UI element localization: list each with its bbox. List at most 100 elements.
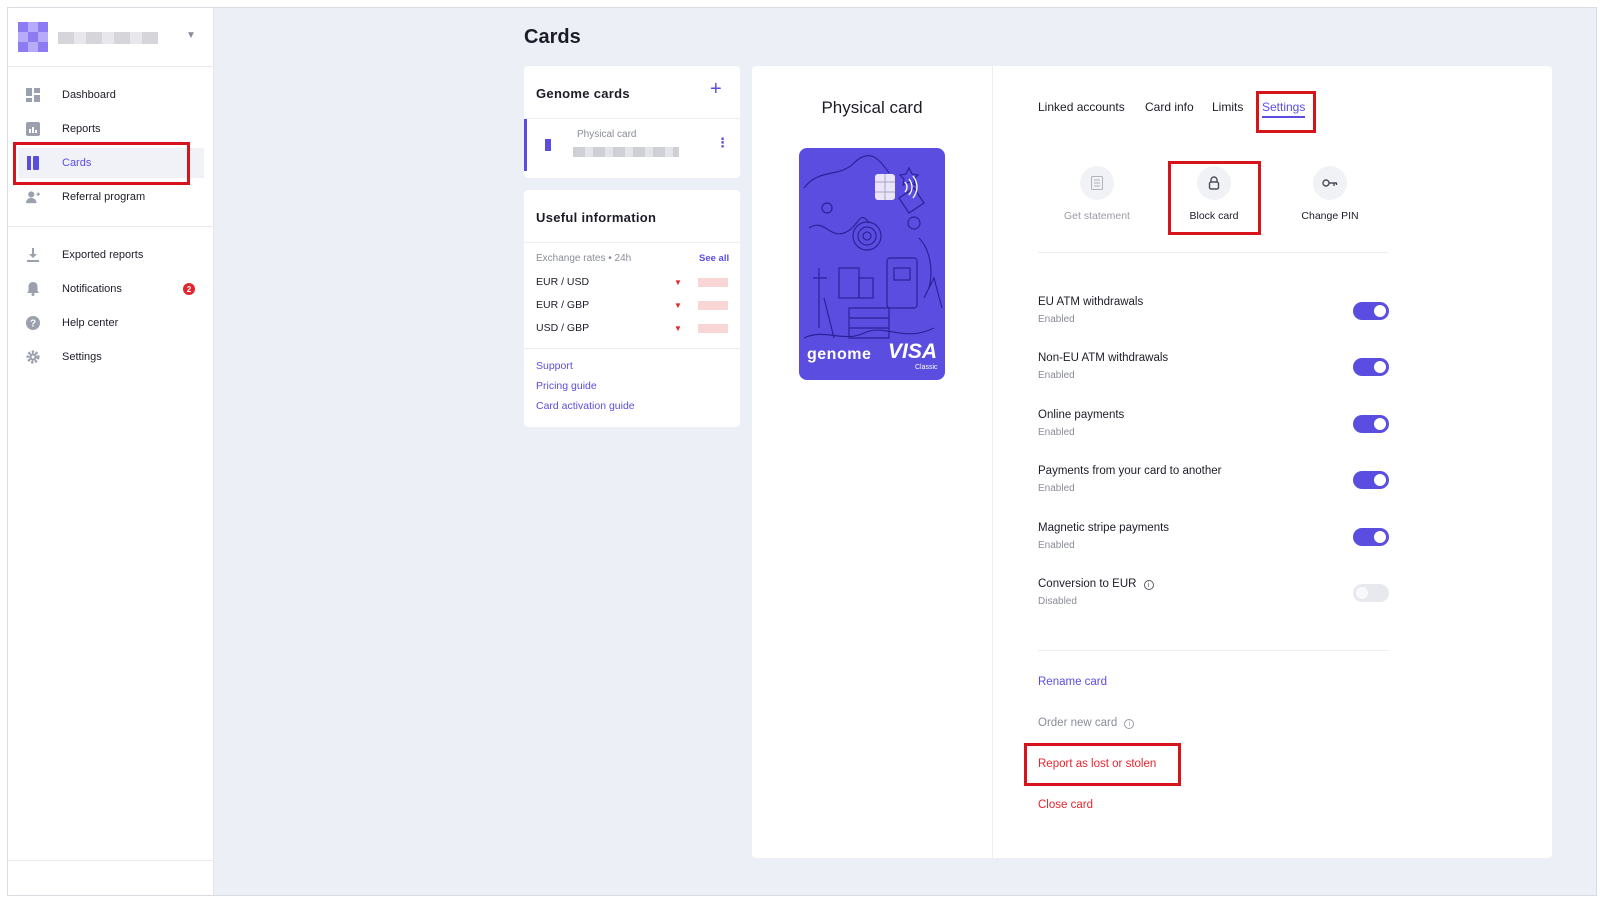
setting-status: Enabled bbox=[1038, 427, 1075, 438]
exchange-rate-row: EUR / GBP ▼ bbox=[536, 295, 728, 315]
setting-label: EU ATM withdrawals bbox=[1038, 296, 1144, 308]
visa-tier: Classic bbox=[915, 364, 938, 371]
column-divider bbox=[992, 66, 993, 858]
card-thumbnail-icon bbox=[545, 139, 553, 151]
support-link[interactable]: Support bbox=[536, 360, 573, 372]
nav-item-exported-reports[interactable]: Exported reports bbox=[18, 240, 204, 270]
trend-down-icon: ▼ bbox=[674, 323, 682, 333]
setting-label: Online payments bbox=[1038, 409, 1125, 421]
genome-cards-panel: Genome cards + Physical card ⋮ bbox=[524, 66, 740, 178]
rate-blurred bbox=[698, 300, 728, 310]
get-statement-button[interactable]: Get statement bbox=[1047, 166, 1147, 222]
nav-item-referral-program[interactable]: Referral program bbox=[18, 182, 204, 212]
organization-switcher[interactable]: ▼ bbox=[18, 22, 196, 54]
tab-limits[interactable]: Limits bbox=[1212, 100, 1243, 114]
card-number-blurred bbox=[573, 147, 679, 157]
nav-label: Reports bbox=[62, 123, 101, 135]
exchange-rate-row: USD / GBP ▼ bbox=[536, 318, 728, 338]
nav-label: Notifications bbox=[62, 283, 122, 295]
statement-icon bbox=[1080, 166, 1114, 200]
bell-icon bbox=[26, 282, 40, 296]
download-icon bbox=[26, 248, 40, 262]
pricing-guide-link[interactable]: Pricing guide bbox=[536, 380, 597, 392]
setting-label: Non-EU ATM withdrawals bbox=[1038, 352, 1169, 364]
divider bbox=[1038, 650, 1389, 651]
highlight-box-block-card bbox=[1168, 161, 1261, 235]
card-type-label: Physical card bbox=[577, 129, 637, 140]
nav-label: Referral program bbox=[62, 191, 146, 203]
nav-item-notifications[interactable]: Notifications 2 bbox=[18, 274, 204, 304]
card-list-item[interactable]: Physical card ⋮ bbox=[524, 119, 740, 171]
toggle-magnetic-stripe-payments[interactable] bbox=[1353, 528, 1389, 546]
info-icon[interactable]: i bbox=[1124, 719, 1135, 729]
nav-item-settings[interactable]: Settings bbox=[18, 342, 204, 372]
setting-label: Payments from your card to another bbox=[1038, 465, 1222, 477]
useful-information-panel: Useful information Exchange rates • 24h … bbox=[524, 190, 740, 427]
currency-pair: EUR / GBP bbox=[536, 299, 590, 311]
dashboard-icon bbox=[26, 88, 40, 102]
card-brand-logo: genome bbox=[807, 346, 872, 363]
card-detail-panel: Physical card genome VISA Classic Linked… bbox=[752, 66, 1552, 858]
chevron-down-icon[interactable]: ▼ bbox=[186, 30, 196, 41]
toggle-card-to-card-payments[interactable] bbox=[1353, 471, 1389, 489]
currency-pair: EUR / USD bbox=[536, 276, 590, 288]
card-menu-button[interactable]: ⋮ bbox=[716, 135, 729, 151]
nav-label: Exported reports bbox=[62, 249, 144, 261]
card-preview-title: Physical card bbox=[821, 98, 923, 117]
panel-title: Useful information bbox=[536, 210, 657, 225]
see-all-link[interactable]: See all bbox=[699, 253, 729, 264]
action-label: Change PIN bbox=[1301, 210, 1359, 222]
toggle-non-eu-atm-withdrawals[interactable] bbox=[1353, 358, 1389, 376]
nav-label: Settings bbox=[62, 351, 102, 363]
setting-label: Conversion to EUR i bbox=[1038, 578, 1154, 590]
highlight-box-cards bbox=[13, 142, 190, 185]
rate-blurred bbox=[698, 277, 728, 287]
nav-item-dashboard[interactable]: Dashboard bbox=[18, 80, 204, 110]
rename-card-link[interactable]: Rename card bbox=[1038, 676, 1107, 688]
nav-item-help-center[interactable]: ? Help center bbox=[18, 308, 204, 338]
app-window: ▼ Dashboard Reports Cards Referral progr… bbox=[7, 7, 1597, 896]
nav-item-reports[interactable]: Reports bbox=[18, 114, 204, 144]
key-icon bbox=[1313, 166, 1347, 200]
setting-status: Enabled bbox=[1038, 540, 1075, 551]
divider bbox=[524, 348, 740, 349]
setting-label-text: Conversion to EUR bbox=[1038, 578, 1137, 590]
setting-status: Enabled bbox=[1038, 483, 1075, 494]
svg-text:?: ? bbox=[30, 319, 36, 330]
trend-down-icon: ▼ bbox=[674, 300, 682, 310]
referral-icon bbox=[26, 190, 40, 204]
divider bbox=[524, 242, 740, 243]
nav-label: Help center bbox=[62, 317, 119, 329]
exchange-rate-row: EUR / USD ▼ bbox=[536, 272, 728, 292]
divider bbox=[8, 860, 214, 861]
change-pin-button[interactable]: Change PIN bbox=[1280, 166, 1380, 222]
exchange-rates-label: Exchange rates • 24h bbox=[536, 253, 632, 264]
close-card-link[interactable]: Close card bbox=[1038, 799, 1093, 811]
toggle-conversion-to-eur[interactable] bbox=[1353, 584, 1389, 602]
tab-linked-accounts[interactable]: Linked accounts bbox=[1038, 100, 1125, 114]
info-icon[interactable]: i bbox=[1143, 580, 1154, 590]
tab-card-info[interactable]: Card info bbox=[1145, 100, 1194, 114]
toggle-eu-atm-withdrawals[interactable] bbox=[1353, 302, 1389, 320]
page-title: Cards bbox=[524, 26, 581, 48]
setting-status: Enabled bbox=[1038, 370, 1075, 381]
visa-logo: VISA bbox=[888, 340, 938, 363]
divider bbox=[8, 66, 214, 67]
order-new-card-label: Order new card bbox=[1038, 717, 1118, 729]
card-image: genome VISA Classic bbox=[799, 148, 945, 380]
divider bbox=[8, 226, 214, 227]
setting-status: Disabled bbox=[1038, 596, 1077, 607]
setting-label: Magnetic stripe payments bbox=[1038, 522, 1170, 534]
highlight-box-settings-tab bbox=[1256, 91, 1316, 133]
currency-pair: USD / GBP bbox=[536, 322, 590, 334]
order-new-card-link[interactable]: Order new card i bbox=[1038, 717, 1135, 729]
toggle-online-payments[interactable] bbox=[1353, 415, 1389, 433]
add-card-button[interactable]: + bbox=[710, 78, 722, 101]
notification-count-badge: 2 bbox=[183, 283, 195, 295]
card-activation-guide-link[interactable]: Card activation guide bbox=[536, 400, 635, 412]
panel-title: Genome cards bbox=[536, 86, 630, 101]
divider bbox=[1038, 252, 1389, 253]
gear-icon bbox=[26, 350, 40, 364]
reports-icon bbox=[26, 122, 40, 136]
help-icon: ? bbox=[26, 316, 40, 330]
